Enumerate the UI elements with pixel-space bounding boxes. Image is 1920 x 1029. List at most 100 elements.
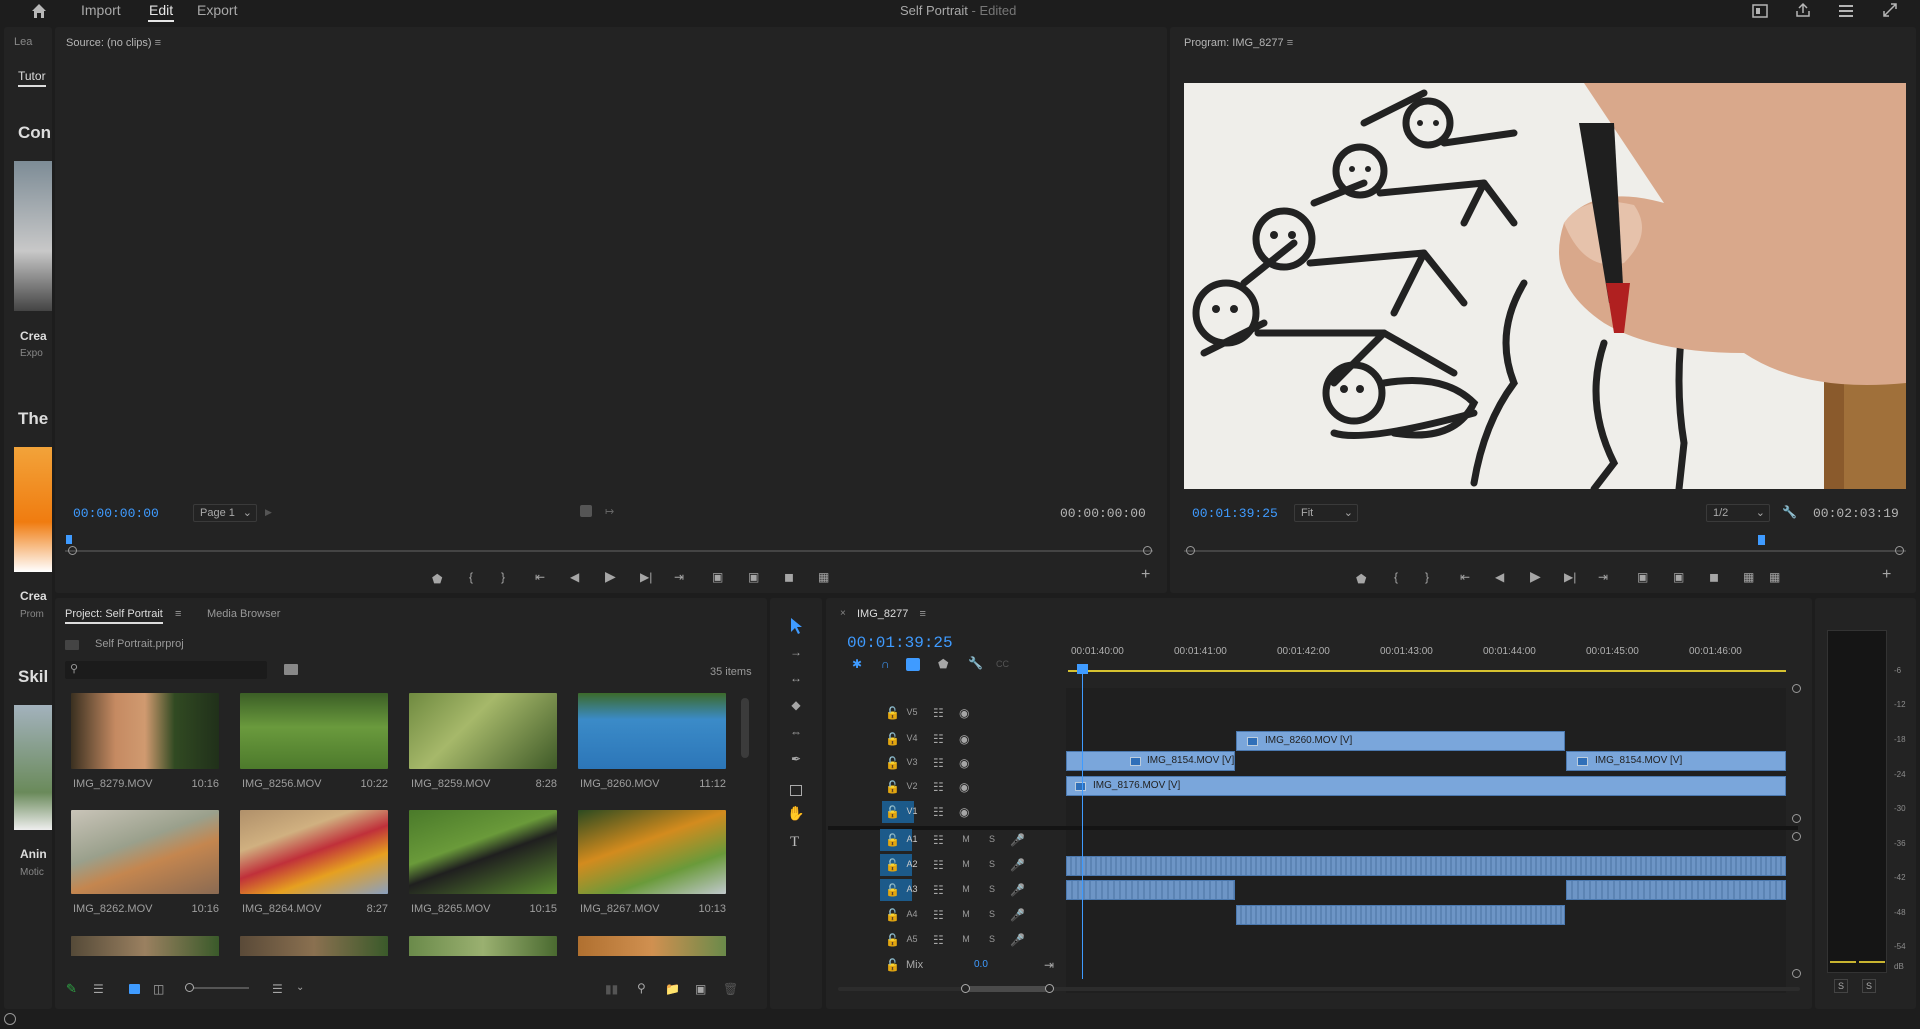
media-thumbnail[interactable] <box>578 936 726 956</box>
media-name[interactable]: IMG_8260.MOV <box>580 778 659 790</box>
lock-icon[interactable]: 🔓 <box>885 780 900 794</box>
sync-lock-icon[interactable]: ☷ <box>933 858 944 872</box>
fullscreen-icon[interactable] <box>1882 2 1898 18</box>
slip-tool-icon[interactable]: ⇔ <box>786 725 806 739</box>
notification-icon[interactable] <box>4 1013 16 1025</box>
captions-icon[interactable]: CC <box>996 657 1009 671</box>
overwrite-icon[interactable]: ▣ <box>748 570 759 584</box>
timeline-playhead[interactable] <box>1077 664 1088 674</box>
export-frame-icon[interactable]: ◼ <box>784 570 794 584</box>
play-icon[interactable]: ▶ <box>605 569 616 583</box>
track-label[interactable]: A4 <box>904 909 920 919</box>
eye-icon[interactable]: ◉ <box>959 780 969 794</box>
export-frame-icon[interactable]: ◼ <box>1709 570 1719 584</box>
microphone-icon[interactable]: 🎤 <box>1010 833 1025 847</box>
play-triangle-icon[interactable]: ▶ <box>265 507 272 518</box>
microphone-icon[interactable]: 🎤 <box>1010 908 1025 922</box>
media-name[interactable]: IMG_8279.MOV <box>73 778 152 790</box>
page-dropdown[interactable]: Page 1 ⌄ <box>193 504 257 522</box>
sequence-tab[interactable]: IMG_8277 ≡ <box>857 608 926 620</box>
mix-value[interactable]: 0.0 <box>974 959 988 970</box>
media-thumbnail[interactable] <box>409 810 557 894</box>
media-name[interactable]: IMG_8262.MOV <box>73 903 152 915</box>
lift-icon[interactable]: ▣ <box>1637 570 1648 584</box>
add-marker-icon[interactable]: ⬟ <box>1356 572 1366 586</box>
vertical-zoom-handle[interactable] <box>1792 832 1801 841</box>
new-bin-icon[interactable]: 📁 <box>665 982 680 996</box>
track-label[interactable]: V1 <box>904 806 920 816</box>
tutorial-title[interactable]: Crea <box>20 589 47 603</box>
new-item-icon[interactable]: ▣ <box>695 982 706 996</box>
mark-in-icon[interactable]: { <box>1394 570 1398 584</box>
source-scrollbar[interactable] <box>65 550 1153 552</box>
media-name[interactable]: IMG_8259.MOV <box>411 778 490 790</box>
timeline-clip[interactable]: IMG_8176.MOV [V] <box>1066 776 1786 796</box>
microphone-icon[interactable]: 🎤 <box>1010 883 1025 897</box>
multi-camera-icon[interactable]: ▦ <box>818 570 829 584</box>
mark-in-icon[interactable]: { <box>469 570 473 584</box>
snap-icon[interactable]: ∩ <box>881 657 890 671</box>
timeline-clip[interactable]: IMG_8260.MOV [V] <box>1236 731 1565 751</box>
close-sequence-icon[interactable]: × <box>840 608 846 619</box>
go-to-out-icon[interactable]: ⇥ <box>674 570 684 584</box>
drag-video-icon[interactable] <box>580 505 592 517</box>
go-to-in-icon[interactable]: ⇤ <box>1460 570 1470 584</box>
step-back-icon[interactable]: ◀ <box>1495 570 1504 584</box>
selection-tool-icon[interactable] <box>786 616 806 636</box>
zoom-dropdown[interactable]: Fit ⌄ <box>1294 504 1358 522</box>
go-to-in-icon[interactable]: ⇤ <box>535 570 545 584</box>
lock-icon[interactable]: 🔓 <box>885 958 900 972</box>
eye-icon[interactable]: ◉ <box>959 756 969 770</box>
vertical-zoom-handle[interactable] <box>1792 814 1801 823</box>
mute-button[interactable]: M <box>958 934 974 944</box>
workspaces-icon[interactable] <box>1838 3 1854 19</box>
mute-button[interactable]: M <box>958 909 974 919</box>
media-name[interactable]: IMG_8256.MOV <box>242 778 321 790</box>
source-timecode[interactable]: 00:00:00:00 <box>73 506 159 521</box>
tab-import[interactable]: Import <box>81 0 121 22</box>
timeline-settings-icon[interactable]: 🔧 <box>968 656 983 670</box>
media-thumbnail[interactable] <box>240 936 388 956</box>
quick-export-icon[interactable] <box>1752 3 1768 19</box>
sort-icon[interactable]: ☰ <box>272 982 283 996</box>
settings-wrench-icon[interactable]: 🔧 <box>1782 505 1797 519</box>
panel-menu-icon[interactable]: ≡ <box>175 608 181 620</box>
pen-tool-icon[interactable]: ✒ <box>786 752 806 766</box>
ripple-edit-tool-icon[interactable]: ↔ <box>786 671 806 685</box>
button-editor-icon[interactable]: + <box>1141 567 1150 583</box>
mark-out-icon[interactable]: } <box>501 570 505 584</box>
track-label[interactable]: A2 <box>904 859 920 869</box>
lock-icon[interactable]: 🔓 <box>885 883 900 897</box>
media-thumbnail[interactable] <box>71 810 219 894</box>
work-area-bar[interactable] <box>1068 670 1786 672</box>
zoom-handle-left[interactable] <box>961 984 970 993</box>
lock-icon[interactable]: 🔓 <box>885 858 900 872</box>
play-icon[interactable]: ▶ <box>1530 569 1541 583</box>
find-icon[interactable]: ⚲ <box>637 981 646 995</box>
pencil-icon[interactable]: ✎ <box>66 981 77 997</box>
media-name[interactable]: IMG_8265.MOV <box>411 903 490 915</box>
media-thumbnail[interactable] <box>409 936 557 956</box>
chevron-down-icon[interactable]: ⌄ <box>296 981 304 995</box>
track-label[interactable]: A1 <box>904 834 920 844</box>
learn-tab[interactable]: Lea <box>14 36 32 48</box>
microphone-icon[interactable]: 🎤 <box>1010 858 1025 872</box>
step-forward-icon[interactable]: ▶| <box>1564 570 1576 584</box>
mark-out-icon[interactable]: } <box>1425 570 1429 584</box>
panel-menu-icon[interactable]: ≡ <box>1287 37 1293 49</box>
go-to-end-icon[interactable]: ⇥ <box>1044 958 1054 972</box>
vertical-zoom-handle[interactable] <box>1792 684 1801 693</box>
search-input[interactable]: ⚲ <box>65 661 267 679</box>
grid-scrollbar[interactable] <box>741 698 749 758</box>
mute-button[interactable]: M <box>958 859 974 869</box>
lock-icon[interactable]: 🔓 <box>885 732 900 746</box>
mute-button[interactable]: M <box>958 884 974 894</box>
list-view-icon[interactable]: ☰ <box>93 982 104 996</box>
audio-clip[interactable] <box>1566 880 1786 900</box>
source-playhead[interactable] <box>66 535 72 544</box>
extract-icon[interactable]: ▣ <box>1673 570 1684 584</box>
type-tool-icon[interactable]: T <box>790 834 799 851</box>
panel-menu-icon[interactable]: ≡ <box>155 37 161 49</box>
vertical-zoom-handle[interactable] <box>1792 969 1801 978</box>
lock-icon[interactable]: 🔓 <box>885 706 900 720</box>
